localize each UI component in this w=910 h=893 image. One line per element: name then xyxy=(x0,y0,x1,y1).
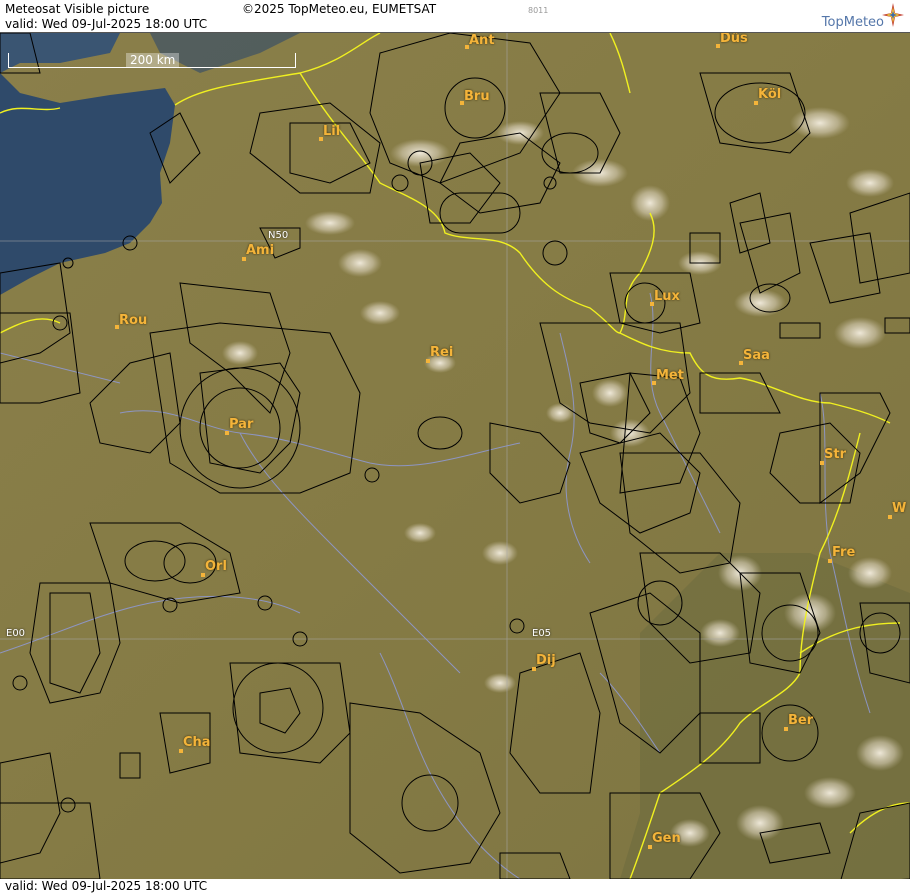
scale-bar: 200 km xyxy=(8,53,296,69)
grid-label-e05: E05 xyxy=(532,628,552,639)
satellite-map[interactable]: 200 km N50 E00 E05 Ant Düs Bru Köl Lil A… xyxy=(0,33,910,879)
image-code: 8011 xyxy=(528,6,549,15)
valid-time-top: valid: Wed 09-Jul-2025 18:00 UTC xyxy=(5,17,208,31)
city-label-koln[interactable]: Köl xyxy=(758,87,781,102)
city-label-saarbrucken[interactable]: Saa xyxy=(743,348,770,363)
city-label-geneva[interactable]: Gen xyxy=(652,831,681,846)
brand-logo-text[interactable]: TopMeteo xyxy=(822,15,884,30)
valid-time-bottom: valid: Wed 09-Jul-2025 18:00 UTC xyxy=(5,879,208,893)
city-label-amiens[interactable]: Ami xyxy=(246,243,274,258)
weather-map-page: Meteosat Visible picture valid: Wed 09-J… xyxy=(0,0,910,893)
city-label-metz[interactable]: Met xyxy=(656,368,684,383)
compass-star-icon xyxy=(882,3,904,27)
map-title: Meteosat Visible picture xyxy=(5,2,150,16)
city-label-freiburg[interactable]: Fre xyxy=(832,545,855,560)
copyright-notice: ©2025 TopMeteo.eu, EUMETSAT xyxy=(242,2,437,16)
scale-label: 200 km xyxy=(126,53,180,67)
city-label-bern[interactable]: Ber xyxy=(788,713,813,728)
satellite-image xyxy=(0,33,910,879)
city-label-dijon[interactable]: Dij xyxy=(536,653,556,668)
city-label-strasbourg[interactable]: Str xyxy=(824,447,846,462)
city-label-w[interactable]: W xyxy=(892,501,906,516)
header-bar: Meteosat Visible picture valid: Wed 09-J… xyxy=(0,0,910,33)
city-label-reims[interactable]: Rei xyxy=(430,345,453,360)
city-label-paris[interactable]: Par xyxy=(229,417,253,432)
city-label-orleans[interactable]: Orl xyxy=(205,559,227,574)
grid-label-e00: E00 xyxy=(6,628,26,639)
city-label-brussels[interactable]: Bru xyxy=(464,89,490,104)
city-label-chateauroux[interactable]: Cha xyxy=(183,735,211,750)
city-label-luxembourg[interactable]: Lux xyxy=(654,289,680,304)
city-label-lille[interactable]: Lil xyxy=(323,124,340,139)
city-label-dusseldorf[interactable]: Düs xyxy=(720,33,748,46)
grid-label-n50: N50 xyxy=(268,230,289,241)
city-label-antwerp[interactable]: Ant xyxy=(469,33,495,48)
footer-bar: valid: Wed 09-Jul-2025 18:00 UTC xyxy=(0,879,910,893)
city-label-rouen[interactable]: Rou xyxy=(119,313,147,328)
